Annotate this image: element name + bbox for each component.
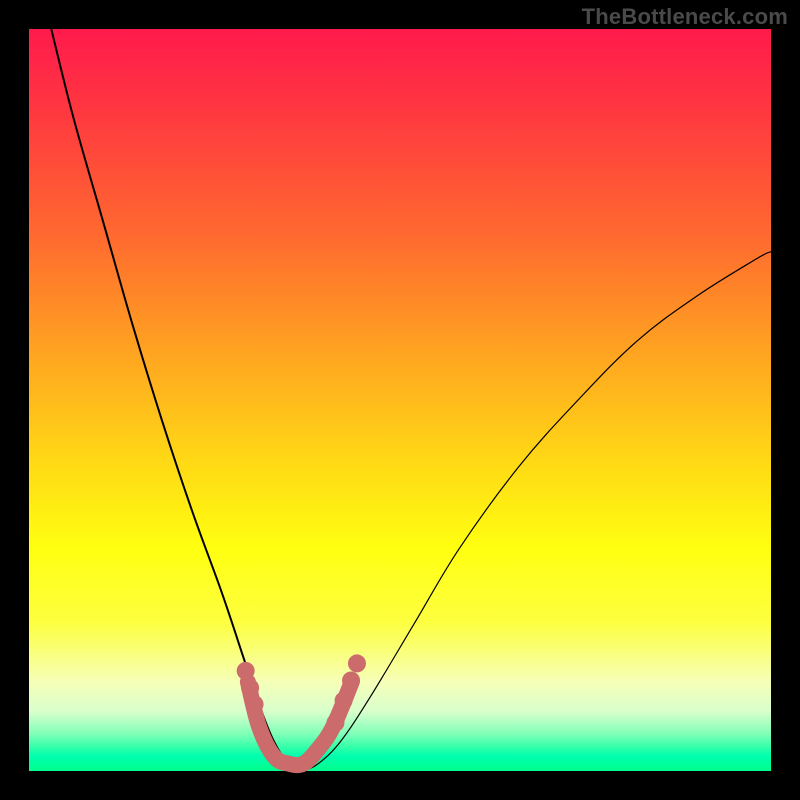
- highlight-dot: [246, 695, 264, 713]
- curve-right-branch: [304, 252, 771, 771]
- curve-layer: [29, 29, 771, 771]
- highlight-dot: [335, 692, 353, 710]
- highlight-dot: [237, 662, 255, 680]
- plot-area: [29, 29, 771, 771]
- highlight-dot: [326, 714, 344, 732]
- attribution-text: TheBottleneck.com: [582, 4, 788, 30]
- highlight-dot: [342, 671, 360, 689]
- curve-left-branch: [51, 29, 303, 771]
- highlight-dot: [348, 654, 366, 672]
- highlight-dot: [241, 679, 259, 697]
- chart-container: TheBottleneck.com: [0, 0, 800, 800]
